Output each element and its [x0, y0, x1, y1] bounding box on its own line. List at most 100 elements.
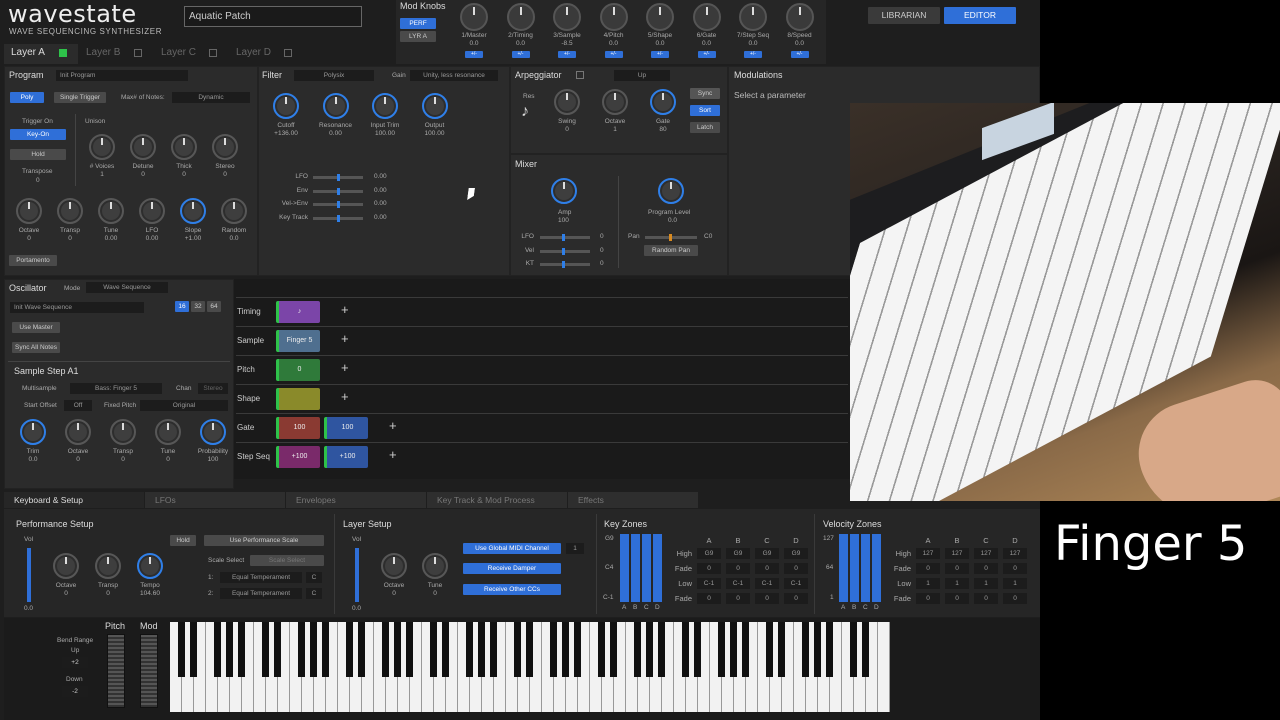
patch-name-field[interactable]: Aquatic Patch — [184, 6, 362, 27]
white-key[interactable] — [878, 622, 890, 712]
multisample-select[interactable]: Bass: Finger 5 — [70, 383, 162, 394]
arp-enable-checkbox[interactable] — [576, 71, 584, 79]
black-key[interactable] — [550, 622, 557, 677]
pan-slider[interactable] — [645, 234, 697, 241]
bend-down-field[interactable]: -2 — [62, 686, 88, 697]
output-knob[interactable] — [421, 93, 448, 119]
black-key[interactable] — [526, 622, 533, 677]
slider-thumb[interactable] — [562, 234, 565, 241]
cutoff-knob[interactable] — [273, 93, 299, 119]
black-key[interactable] — [730, 622, 737, 677]
add-step-icon[interactable]: + — [389, 447, 397, 462]
zone-value-field[interactable]: C-1 — [697, 578, 721, 589]
start-offset-select[interactable]: Off — [64, 400, 92, 411]
black-key[interactable] — [190, 622, 197, 677]
zone-value-field[interactable]: 1 — [916, 578, 940, 589]
scale-select[interactable]: Equal Temperament — [220, 572, 302, 583]
add-step-icon[interactable]: + — [389, 418, 397, 433]
black-key[interactable] — [514, 622, 521, 677]
black-key[interactable] — [634, 622, 641, 677]
receive-damper-button[interactable]: Receive Damper — [463, 563, 561, 574]
mod-knob-2[interactable] — [506, 3, 535, 31]
mod-knob-8[interactable] — [785, 3, 814, 31]
layer-enable-checkbox[interactable] — [209, 49, 217, 57]
step-count-32-button[interactable]: 32 — [191, 301, 205, 312]
zone-value-field[interactable]: 0 — [697, 563, 721, 574]
trim-knob[interactable] — [20, 419, 46, 445]
mod-knob-assign-button[interactable]: +/- — [744, 51, 762, 58]
layer-enable-checkbox[interactable] — [134, 49, 142, 57]
tab-keyboard-setup[interactable]: Keyboard & Setup — [4, 492, 144, 508]
mod-knob-1[interactable] — [460, 3, 488, 31]
mod-knob-assign-button[interactable]: +/- — [511, 51, 530, 58]
mod-knob-assign-button[interactable]: +/- — [697, 51, 716, 58]
wave-sequence-field[interactable]: Init Wave Sequence — [10, 302, 144, 313]
black-key[interactable] — [658, 622, 665, 677]
fixed-pitch-select[interactable]: Original — [140, 400, 228, 411]
black-key[interactable] — [358, 622, 365, 677]
zone-value-field[interactable]: G9 — [755, 548, 779, 559]
octave-knob[interactable] — [53, 553, 79, 579]
layer-enable-checkbox[interactable] — [284, 49, 292, 57]
zone-value-field[interactable]: 1 — [974, 578, 998, 589]
octave-knob[interactable] — [16, 198, 42, 224]
sort-button[interactable]: Sort — [690, 105, 720, 116]
black-key[interactable] — [610, 622, 617, 677]
black-key[interactable] — [778, 622, 785, 677]
black-key[interactable] — [298, 622, 305, 677]
tab-key-track-mod-process[interactable]: Key Track & Mod Process — [427, 492, 567, 508]
octave-knob[interactable] — [602, 89, 628, 115]
transp-knob[interactable] — [57, 198, 83, 224]
black-key[interactable] — [850, 622, 857, 677]
librarian-button[interactable]: LIBRARIAN — [868, 7, 940, 24]
probability-knob[interactable] — [200, 419, 226, 445]
max-notes-select[interactable]: Dynamic — [172, 92, 250, 103]
arp-mode-select[interactable]: Up — [614, 70, 670, 81]
random-pan-button[interactable]: Random Pan — [644, 245, 698, 256]
sequence-step[interactable]: +100 — [324, 446, 368, 468]
slider-thumb[interactable] — [337, 187, 340, 195]
zone-value-field[interactable]: 0 — [726, 563, 750, 574]
black-key[interactable] — [574, 622, 581, 677]
slider-thumb[interactable] — [562, 261, 565, 268]
mod-knob-4[interactable] — [599, 3, 628, 31]
tempo-knob[interactable] — [137, 553, 163, 579]
latch-button[interactable]: Latch — [690, 122, 720, 133]
sequence-step[interactable]: +100 — [276, 446, 320, 468]
add-step-icon[interactable]: + — [341, 302, 349, 317]
mod-wheel[interactable] — [140, 634, 158, 708]
black-key[interactable] — [682, 622, 689, 677]
resonance-knob[interactable] — [322, 93, 349, 119]
zone-bar-c[interactable] — [861, 534, 870, 602]
zone-value-field[interactable]: 0 — [974, 563, 998, 574]
mod-knob-3[interactable] — [553, 3, 581, 31]
zone-bar-d[interactable] — [653, 534, 662, 602]
black-key[interactable] — [430, 622, 437, 677]
black-key[interactable] — [394, 622, 401, 677]
tune-knob[interactable] — [98, 198, 124, 224]
thick-knob[interactable] — [171, 134, 197, 160]
zone-value-field[interactable]: G9 — [726, 548, 750, 559]
scale-select[interactable]: Equal Temperament — [220, 588, 302, 599]
zone-value-field[interactable]: 0 — [784, 563, 808, 574]
program-level-knob[interactable] — [658, 178, 684, 204]
pitch-wheel[interactable] — [107, 634, 125, 708]
detune-knob[interactable] — [130, 134, 156, 160]
slider-thumb[interactable] — [337, 174, 340, 181]
zone-value-field[interactable]: 0 — [697, 593, 721, 604]
sequence-step[interactable]: 100 — [276, 417, 320, 439]
tune-knob[interactable] — [155, 419, 181, 445]
add-step-icon[interactable]: + — [341, 360, 349, 375]
octave-knob[interactable] — [381, 553, 407, 579]
mod-knob-assign-button[interactable]: +/- — [651, 51, 669, 58]
black-key[interactable] — [826, 622, 833, 677]
black-key[interactable] — [562, 622, 569, 677]
layer-volume-slider[interactable] — [355, 548, 359, 602]
program-name-field[interactable]: Init Program — [56, 70, 188, 81]
mod-knob-7[interactable] — [739, 3, 767, 31]
zone-value-field[interactable]: 0 — [916, 563, 940, 574]
filter-mod-slider[interactable] — [313, 201, 363, 208]
tab-envelopes[interactable]: Envelopes — [286, 492, 426, 508]
black-key[interactable] — [478, 622, 485, 677]
mod-knob-6[interactable] — [692, 3, 721, 31]
